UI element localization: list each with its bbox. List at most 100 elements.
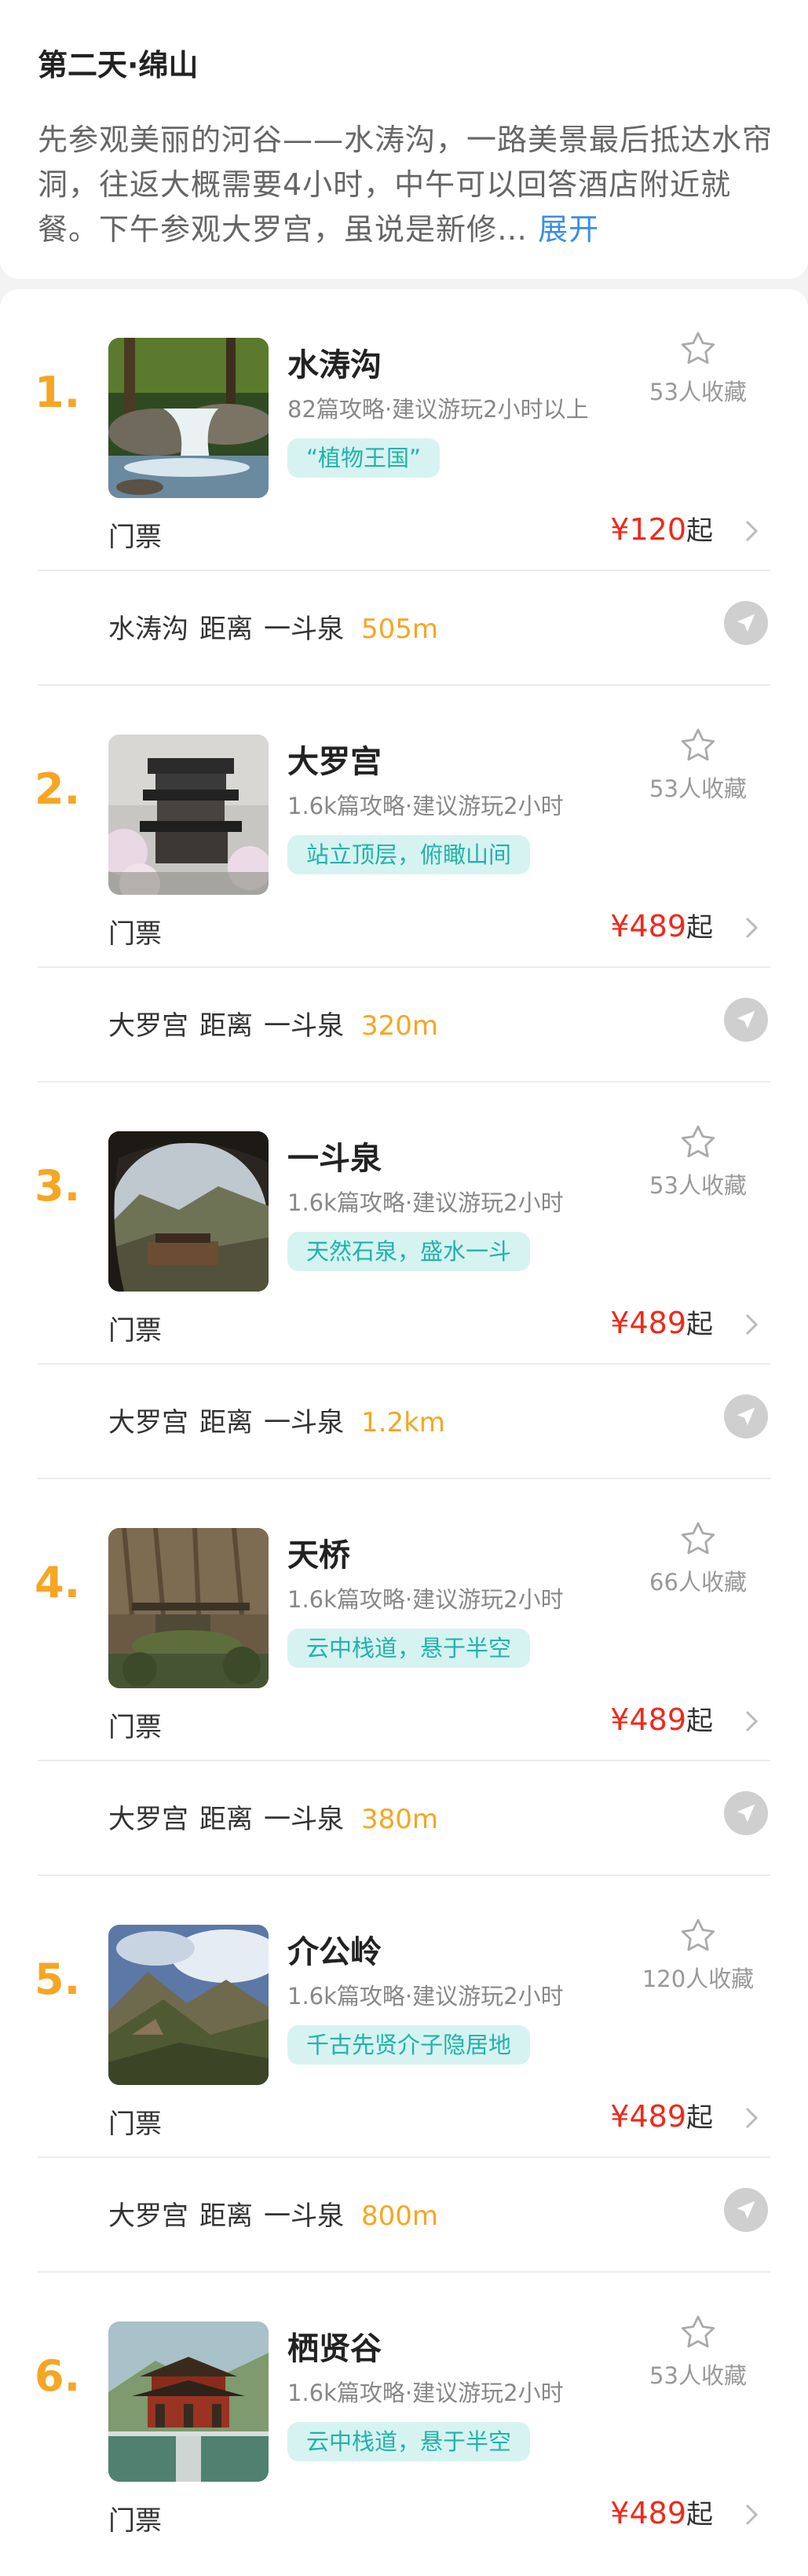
- distance-value: 320m: [361, 1010, 439, 1042]
- spot-item[interactable]: 6. 栖贤谷 1.6k篇攻略·建议游玩2小时 云中栈道，悬于半空 53人收藏 门…: [0, 2273, 808, 2576]
- distance-text: 大罗宫 距离 一斗泉 380m: [108, 1797, 449, 1836]
- spot-meta: 1.6k篇攻略·建议游玩2小时: [287, 1586, 564, 1613]
- ticket-price: ¥489起: [610, 1699, 713, 1738]
- distance-value: 800m: [361, 2200, 439, 2232]
- ticket-label: 门票: [108, 2505, 162, 2537]
- distance-word: 距离: [199, 1407, 253, 1438]
- distance-row: 大罗宫 距离 一斗泉 800m: [108, 2186, 768, 2233]
- price-value: 489: [629, 909, 686, 944]
- favorite-button[interactable]: 120人收藏: [635, 1915, 761, 1994]
- ticket-row[interactable]: 门票 ¥120起: [108, 509, 768, 553]
- distance-value: 505m: [361, 614, 439, 645]
- spot-tag: 云中栈道，悬于半空: [287, 2422, 531, 2461]
- ticket-row[interactable]: 门票 ¥489起: [108, 2493, 768, 2537]
- spot-item[interactable]: 2. 大罗宫 1.6k篇攻略·建议游玩2小时 站立顶层，俯瞰山间 53人收藏 门…: [0, 686, 808, 1083]
- day-header-card: 第二天·绵山 先参观美丽的河谷——水涛沟，一路美景最后抵达水帘洞，往返大概需要4…: [0, 0, 808, 279]
- distance-word: 距离: [199, 2200, 253, 2232]
- favorite-count: 53人收藏: [649, 2362, 747, 2389]
- price-currency: ¥: [610, 909, 630, 944]
- distance-text: 水涛沟 距离 一斗泉 505m: [108, 607, 449, 646]
- spot-item[interactable]: 5. 介公岭 1.6k篇攻略·建议游玩2小时 千古先贤介子隐居地 120人收藏 …: [0, 1876, 808, 2273]
- navigate-button[interactable]: [724, 998, 768, 1042]
- ticket-price: ¥489起: [610, 906, 713, 944]
- star-icon: [681, 728, 715, 761]
- navigation-arrow-icon: [737, 614, 755, 632]
- ticket-row[interactable]: 门票 ¥489起: [108, 1303, 768, 1347]
- navigate-button[interactable]: [724, 1791, 768, 1835]
- ticket-row[interactable]: 门票 ¥489起: [108, 2096, 768, 2140]
- ticket-label: 门票: [108, 1315, 162, 1347]
- distance-to: 一斗泉: [264, 614, 344, 645]
- spot-tag: 站立顶层，俯瞰山间: [287, 835, 531, 874]
- favorite-button[interactable]: 53人收藏: [635, 1122, 761, 1200]
- price-currency: ¥: [610, 2496, 630, 2530]
- divider: [38, 966, 770, 968]
- distance-word: 距离: [199, 1010, 253, 1042]
- price-suffix: 起: [686, 1309, 713, 1340]
- distance-from: 大罗宫: [108, 1804, 188, 1835]
- star-icon: [681, 1522, 715, 1555]
- distance-to: 一斗泉: [264, 2200, 344, 2232]
- divider: [38, 570, 770, 571]
- price-value: 489: [629, 2099, 686, 2134]
- favorite-count: 66人收藏: [649, 1569, 747, 1596]
- price-suffix: 起: [686, 515, 713, 547]
- day-description: 先参观美丽的河谷——水涛沟，一路美景最后抵达水帘洞，往返大概需要4小时，中午可以…: [38, 118, 776, 252]
- chevron-right-icon: [745, 917, 759, 939]
- distance-row: 水涛沟 距离 一斗泉 505m: [108, 599, 768, 647]
- spot-meta: 1.6k篇攻略·建议游玩2小时: [287, 793, 564, 819]
- distance-from: 大罗宫: [108, 1010, 188, 1042]
- favorite-button[interactable]: 53人收藏: [635, 328, 761, 407]
- chevron-right-icon: [745, 520, 759, 542]
- spot-item[interactable]: 1. 水涛沟 82篇攻略·建议游玩2小时以上 “植物王国” 53人收藏 门票 ¥…: [0, 289, 808, 686]
- spot-number: 2.: [35, 764, 81, 814]
- spot-thumbnail-cave[interactable]: [108, 1131, 269, 1292]
- navigation-arrow-icon: [737, 1010, 755, 1029]
- price-suffix: 起: [686, 2499, 713, 2530]
- spot-number: 5.: [35, 1955, 81, 2004]
- spot-name: 一斗泉: [287, 1141, 382, 1177]
- favorite-button[interactable]: 53人收藏: [635, 2312, 761, 2391]
- spot-number: 4.: [35, 1558, 81, 1607]
- favorite-count: 53人收藏: [649, 1172, 747, 1199]
- favorite-count: 53人收藏: [649, 775, 747, 802]
- chevron-right-icon: [745, 2504, 759, 2526]
- favorite-button[interactable]: 53人收藏: [635, 725, 761, 804]
- distance-row: 大罗宫 距离 一斗泉 380m: [108, 1790, 768, 1837]
- favorite-button[interactable]: 66人收藏: [635, 1519, 761, 1597]
- spot-thumbnail-temple[interactable]: [108, 2321, 269, 2482]
- spot-thumbnail-cliff[interactable]: [108, 1528, 269, 1688]
- divider: [38, 2156, 770, 2158]
- spot-number: 6.: [35, 2351, 81, 2401]
- spot-item[interactable]: 4. 天桥 1.6k篇攻略·建议游玩2小时 云中栈道，悬于半空 66人收藏 门票…: [0, 1479, 808, 1876]
- navigate-button[interactable]: [724, 2188, 768, 2232]
- spot-tag: 云中栈道，悬于半空: [287, 1629, 531, 1668]
- spot-name: 栖贤谷: [287, 2331, 382, 2367]
- spot-thumbnail-waterfall[interactable]: [108, 338, 269, 498]
- star-icon: [681, 1125, 715, 1158]
- navigation-arrow-icon: [737, 1407, 755, 1426]
- navigation-arrow-icon: [737, 2200, 755, 2219]
- divider: [38, 1363, 770, 1365]
- spot-list: 1. 水涛沟 82篇攻略·建议游玩2小时以上 “植物王国” 53人收藏 门票 ¥…: [0, 289, 808, 2576]
- star-icon: [681, 2315, 715, 2348]
- navigation-arrow-icon: [737, 1804, 755, 1823]
- spot-thumbnail-mountain[interactable]: [108, 1925, 269, 2085]
- spot-item[interactable]: 3. 一斗泉 1.6k篇攻略·建议游玩2小时 天然石泉，盛水一斗 53人收藏 门…: [0, 1083, 808, 1479]
- navigate-button[interactable]: [724, 1394, 768, 1438]
- spot-thumbnail-pagoda[interactable]: [108, 735, 269, 895]
- distance-value: 1.2km: [361, 1407, 445, 1438]
- distance-from: 水涛沟: [108, 614, 188, 645]
- ticket-row[interactable]: 门票 ¥489起: [108, 906, 768, 950]
- distance-from: 大罗宫: [108, 1407, 188, 1438]
- spot-meta: 1.6k篇攻略·建议游玩2小时: [287, 1189, 564, 1216]
- price-suffix: 起: [686, 2102, 713, 2134]
- spot-name: 大罗宫: [287, 744, 382, 780]
- distance-text: 大罗宫 距离 一斗泉 1.2km: [108, 1401, 456, 1439]
- expand-link[interactable]: 展开: [538, 212, 599, 247]
- ticket-row[interactable]: 门票 ¥489起: [108, 1699, 768, 1743]
- distance-to: 一斗泉: [264, 1407, 344, 1438]
- distance-to: 一斗泉: [264, 1804, 344, 1835]
- navigate-button[interactable]: [724, 601, 768, 645]
- price-value: 489: [629, 1306, 686, 1340]
